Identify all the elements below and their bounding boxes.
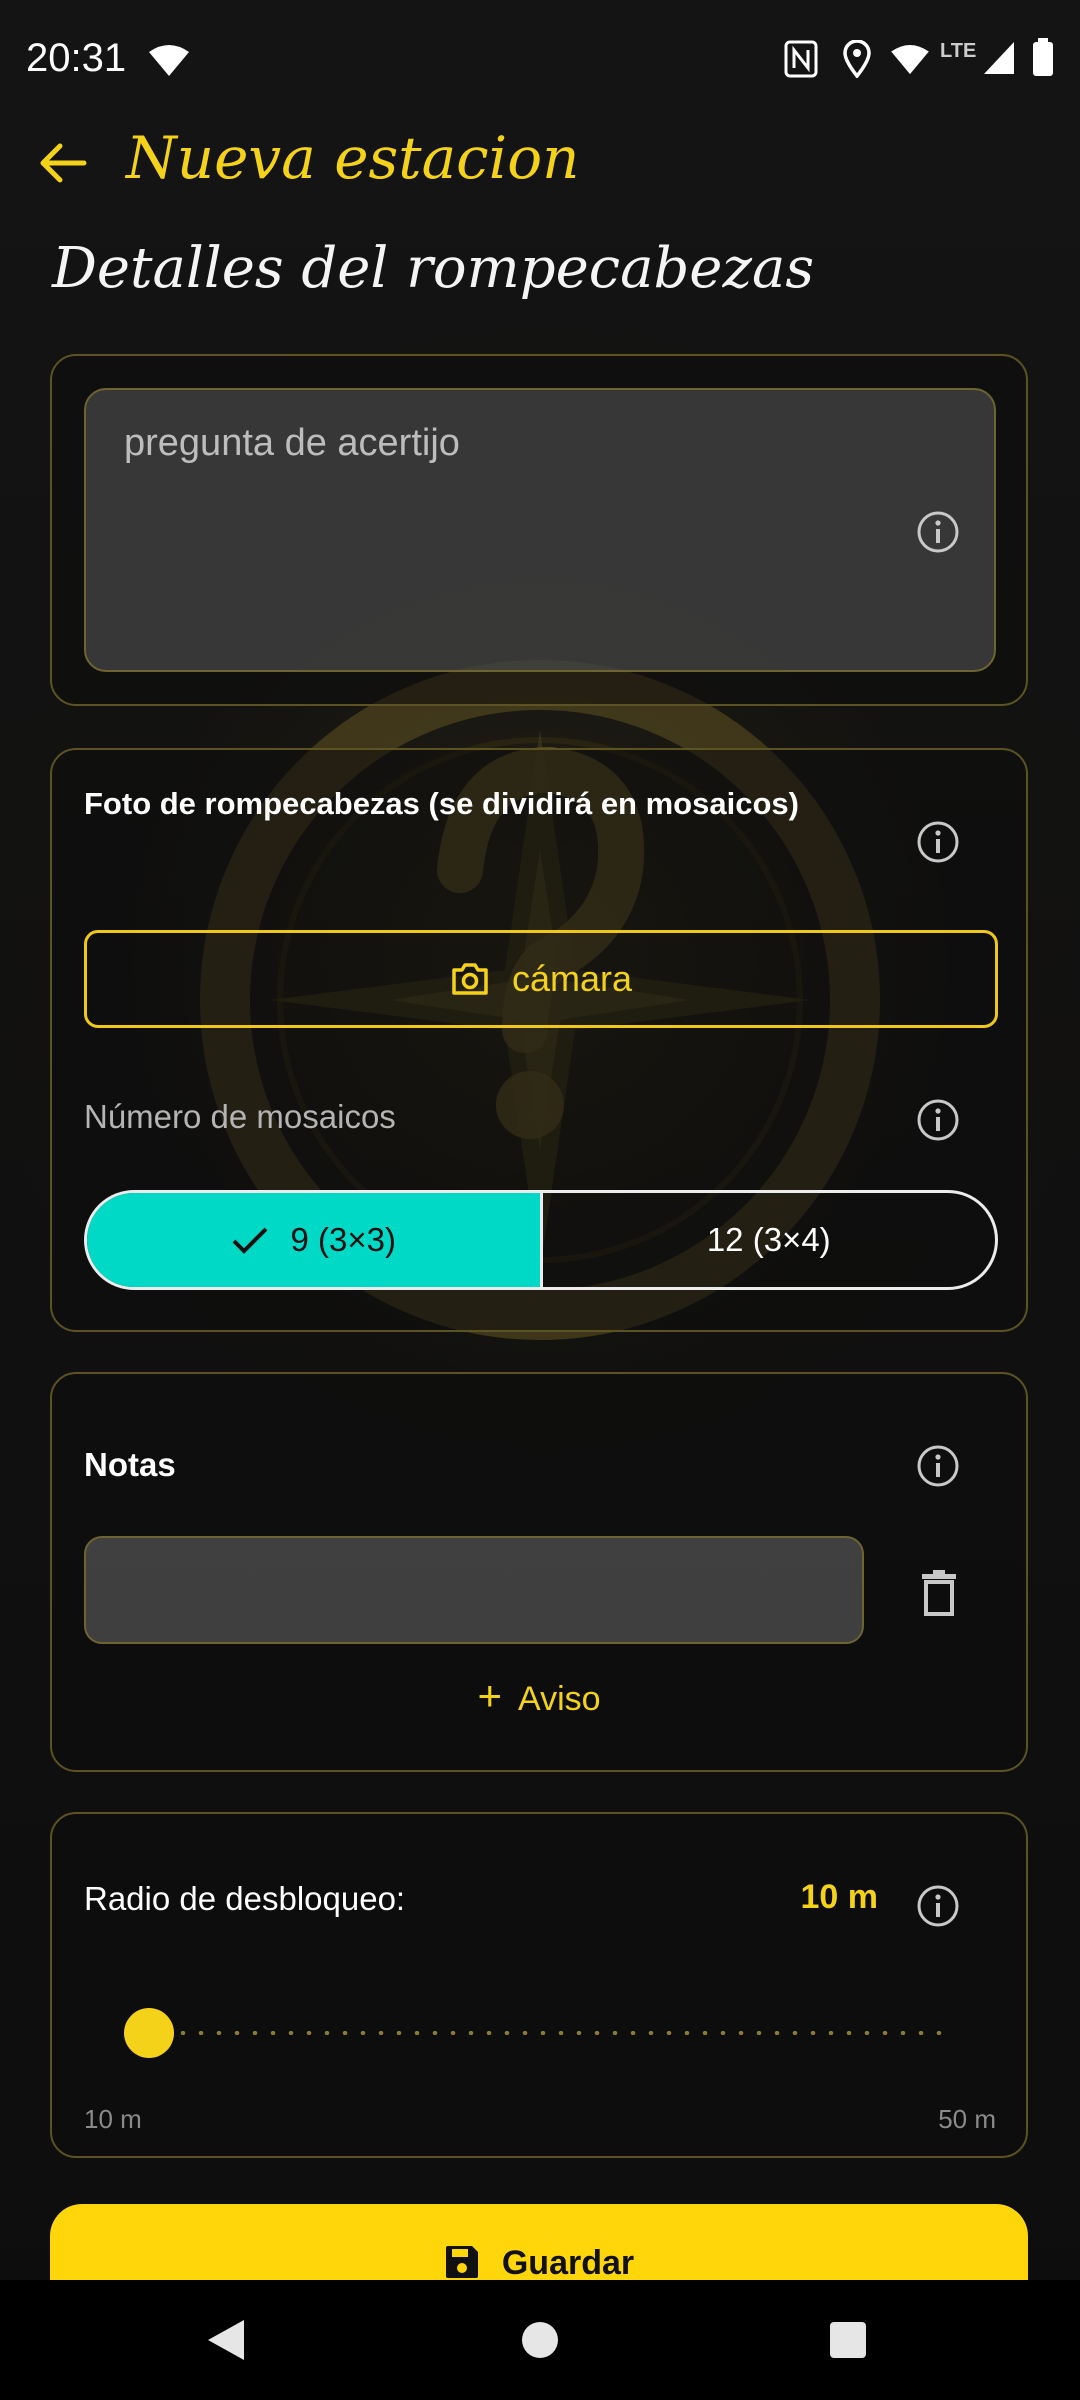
wifi-icon — [149, 45, 189, 76]
info-icon[interactable] — [916, 510, 960, 554]
nav-recents-icon[interactable] — [828, 2320, 868, 2360]
network-type: LTE — [940, 40, 977, 62]
status-time: 20:31 — [26, 36, 127, 80]
notes-card: Notas + Aviso — [50, 1372, 1028, 1772]
tiles-option-12[interactable]: 12 (3×4) — [539, 1193, 996, 1287]
unlock-radius-label: Radio de desbloqueo: — [84, 1880, 406, 1917]
info-icon[interactable] — [916, 1884, 960, 1928]
nav-home-icon[interactable] — [520, 2320, 560, 2360]
plus-icon: + — [477, 1672, 502, 1719]
tiles-option-9[interactable]: 9 (3×3) — [87, 1193, 540, 1287]
photo-label: Foto de rompecabezas (se dividirá en mos… — [84, 786, 799, 821]
camera-button-label: cámara — [511, 958, 633, 999]
tiles-label: Número de mosaicos — [84, 1098, 396, 1135]
section-title: Detalles del rompecabezas — [52, 236, 815, 301]
add-hint-button[interactable]: + Aviso — [52, 1672, 1026, 1720]
riddle-card: pregunta de acertijo — [50, 354, 1028, 706]
unlock-radius-card: Radio de desbloqueo: 10 m 10 m 50 m — [50, 1812, 1028, 2158]
tiles-segmented-control: 9 (3×3) 12 (3×4) — [84, 1190, 998, 1290]
page-title: Nueva estacion — [126, 124, 580, 192]
camera-button[interactable]: cámara — [84, 930, 998, 1028]
info-icon[interactable] — [916, 1444, 960, 1488]
slider-min-label: 10 m — [84, 2104, 142, 2134]
check-icon — [232, 1227, 267, 1254]
unlock-radius-slider[interactable] — [124, 2006, 944, 2060]
info-icon[interactable] — [916, 1098, 960, 1142]
nfc-icon — [784, 40, 818, 78]
add-hint-label: Aviso — [518, 1680, 601, 1718]
nav-back-icon[interactable] — [206, 2318, 246, 2362]
tiles-option-label: 9 (3×3) — [290, 1221, 396, 1258]
tiles-option-label: 12 (3×4) — [706, 1221, 831, 1258]
navigation-bar — [0, 2280, 1080, 2400]
photo-card: Foto de rompecabezas (se dividirá en mos… — [50, 748, 1028, 1332]
location-icon — [843, 40, 871, 78]
trash-icon[interactable] — [920, 1570, 958, 1616]
note-input[interactable] — [84, 1536, 864, 1644]
slider-max-label: 50 m — [938, 2104, 996, 2134]
riddle-placeholder: pregunta de acertijo — [124, 422, 460, 464]
save-icon — [445, 2246, 478, 2278]
save-button-label: Guardar — [501, 2244, 635, 2282]
slider-thumb[interactable] — [124, 2008, 174, 2058]
unlock-radius-value: 10 m — [800, 1878, 879, 1916]
notes-title: Notas — [84, 1446, 176, 1483]
back-arrow-icon[interactable] — [38, 138, 88, 188]
status-bar: 20:31 LTE — [0, 0, 1080, 120]
info-icon[interactable] — [916, 820, 960, 864]
slider-track — [138, 2031, 944, 2035]
riddle-input[interactable]: pregunta de acertijo — [84, 388, 996, 672]
camera-icon — [452, 963, 488, 995]
cell-signal-icon — [984, 42, 1014, 74]
wifi-signal-icon — [891, 44, 929, 75]
battery-icon — [1033, 38, 1053, 76]
